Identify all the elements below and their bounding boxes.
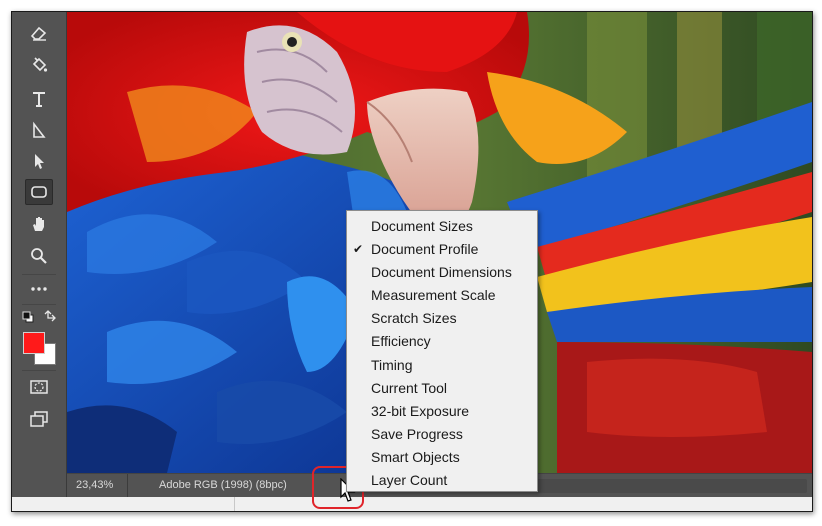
quick-mask-tool[interactable] bbox=[25, 374, 53, 400]
default-colors-icon[interactable] bbox=[22, 310, 34, 328]
status-info-menu: Document Sizes ✔ Document Profile Document … bbox=[346, 210, 538, 492]
menu-item-label: Document Dimensions bbox=[371, 264, 512, 281]
menu-item-label: Layer Count bbox=[371, 472, 448, 489]
checkmark-icon: ✔ bbox=[353, 242, 364, 257]
direct-selection-tool[interactable] bbox=[25, 148, 53, 174]
menu-item-label: Document Profile bbox=[371, 241, 479, 258]
swap-colors-icon[interactable] bbox=[43, 309, 57, 328]
type-tool[interactable] bbox=[25, 86, 53, 112]
menu-item-label: Document Sizes bbox=[371, 218, 473, 234]
menu-item[interactable]: Timing bbox=[347, 354, 537, 377]
direct-selection-icon bbox=[35, 154, 44, 169]
ellipsis-icon bbox=[31, 287, 47, 291]
menu-item[interactable]: Document Dimensions bbox=[347, 261, 537, 284]
rectangle-tool[interactable] bbox=[25, 179, 53, 205]
hand-icon bbox=[33, 217, 44, 231]
menu-item-label: Measurement Scale bbox=[371, 287, 496, 304]
menu-item[interactable]: Scratch Sizes bbox=[347, 307, 537, 330]
bottom-divider bbox=[234, 497, 235, 511]
menu-item-label: Scratch Sizes bbox=[371, 310, 457, 327]
foreground-color-swatch[interactable] bbox=[23, 332, 45, 354]
zoom-level-field[interactable]: 23,43% bbox=[76, 479, 113, 491]
path-selection-tool[interactable] bbox=[25, 118, 53, 144]
menu-item-label: Timing bbox=[371, 356, 413, 373]
fill-tool[interactable] bbox=[25, 52, 53, 78]
magnifier-icon bbox=[31, 248, 47, 264]
screen-mode-icon bbox=[30, 411, 48, 427]
hand-tool[interactable] bbox=[25, 211, 53, 237]
menu-item[interactable]: Smart Objects bbox=[347, 446, 537, 469]
path-selection-icon bbox=[33, 121, 46, 138]
document-info-text: Adobe RGB (1998) (8bpc) bbox=[159, 479, 287, 491]
rounded-rectangle-icon bbox=[31, 186, 47, 198]
toolbar-divider bbox=[22, 304, 56, 305]
window-bottom-area bbox=[12, 497, 812, 511]
horizontal-scrollbar[interactable] bbox=[537, 479, 807, 493]
more-tools[interactable] bbox=[25, 276, 53, 302]
menu-item[interactable]: Measurement Scale bbox=[347, 284, 537, 307]
menu-item-label: Smart Objects bbox=[371, 448, 460, 465]
menu-item[interactable]: Save Progress bbox=[347, 423, 537, 446]
status-divider bbox=[127, 474, 128, 498]
screen-mode-tool[interactable] bbox=[25, 406, 53, 432]
zoom-tool[interactable] bbox=[25, 243, 53, 269]
toolbar-divider bbox=[22, 274, 56, 275]
menu-item[interactable]: Current Tool bbox=[347, 377, 537, 400]
menu-item-label: 32-bit Exposure bbox=[371, 402, 470, 419]
eraser-icon bbox=[30, 26, 47, 41]
type-icon bbox=[33, 92, 45, 107]
menu-item-label: Save Progress bbox=[371, 425, 463, 442]
toolbar-divider bbox=[22, 370, 56, 371]
menu-item[interactable]: 32-bit Exposure bbox=[347, 400, 537, 423]
eraser-tool[interactable] bbox=[25, 20, 53, 46]
quick-mask-icon bbox=[30, 380, 48, 394]
menu-item[interactable]: Layer Count bbox=[347, 469, 537, 492]
menu-item-label: Efficiency bbox=[371, 333, 431, 350]
menu-item[interactable]: Document Sizes bbox=[347, 215, 537, 238]
menu-item[interactable]: Efficiency bbox=[347, 330, 537, 353]
menu-item-label: Current Tool bbox=[371, 379, 448, 396]
paint-bucket-icon bbox=[32, 57, 48, 72]
tools-panel bbox=[12, 12, 67, 497]
menu-item[interactable]: ✔ Document Profile bbox=[347, 238, 537, 261]
